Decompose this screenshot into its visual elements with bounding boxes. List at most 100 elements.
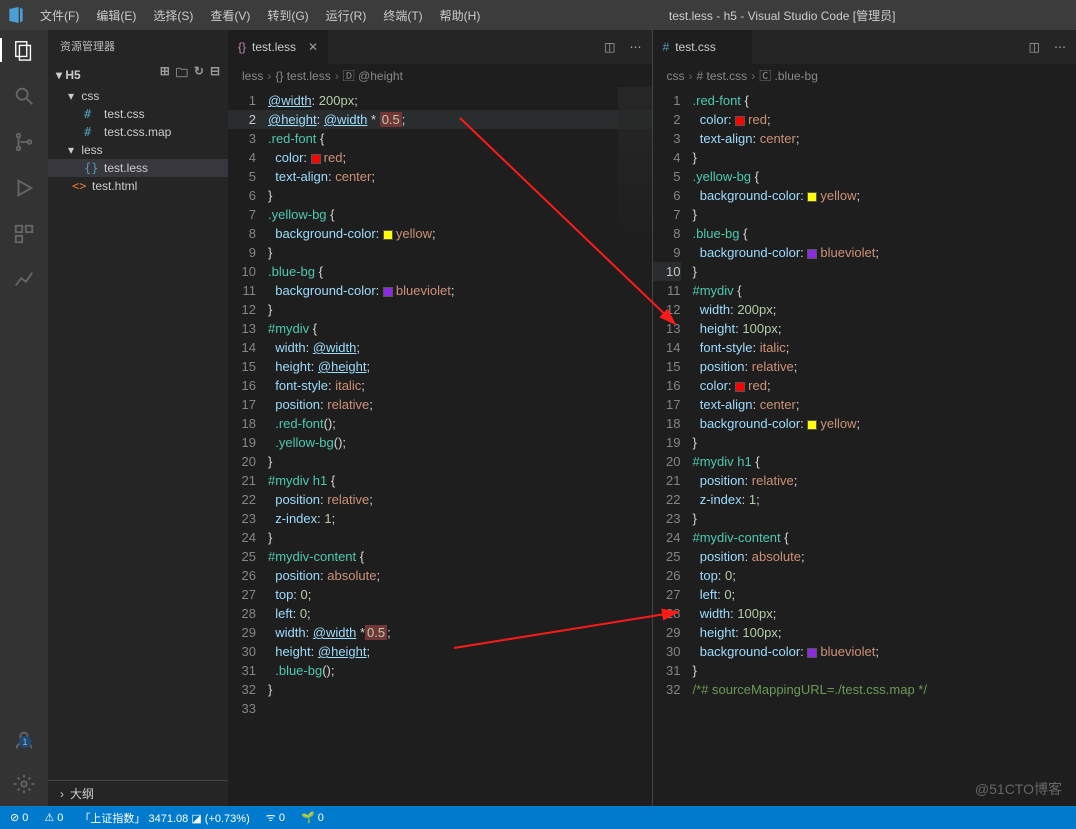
tab-test-css[interactable]: #test.css xyxy=(653,30,753,64)
settings-icon[interactable] xyxy=(12,772,36,796)
code-line[interactable]: } xyxy=(268,186,454,205)
status-errors[interactable]: ⊘ 0 xyxy=(10,811,28,824)
menu-item[interactable]: 查看(V) xyxy=(202,4,258,27)
code-line[interactable]: } xyxy=(693,262,927,281)
new-folder-icon[interactable]: 🗀 xyxy=(176,64,188,85)
code-line[interactable]: position: relative; xyxy=(693,471,927,490)
code-line[interactable]: background-color: blueviolet; xyxy=(693,642,927,661)
new-file-icon[interactable]: ⊞ xyxy=(160,64,170,85)
code-line[interactable]: /*# sourceMappingURL=./test.css.map */ xyxy=(693,680,927,699)
refresh-icon[interactable]: ↻ xyxy=(194,64,204,85)
code-line[interactable]: text-align: center; xyxy=(693,129,927,148)
split-editor-icon[interactable]: ◫ xyxy=(1029,40,1040,54)
code-line[interactable]: @width: 200px; xyxy=(268,91,454,110)
code-line[interactable]: z-index: 1; xyxy=(693,490,927,509)
code-line[interactable]: width: @width *0.5; xyxy=(268,623,454,642)
breadcrumb-right[interactable]: css › # test.css › 🄲 .blue-bg xyxy=(653,64,1076,87)
code-line[interactable]: background-color: blueviolet; xyxy=(693,243,927,262)
file-row[interactable]: <>test.html xyxy=(48,177,228,195)
status-warnings[interactable]: ⚠ 0 xyxy=(44,811,63,824)
menu-item[interactable]: 帮助(H) xyxy=(432,4,489,27)
status-port[interactable]: ᯤ 0 xyxy=(266,810,285,825)
code-line[interactable]: } xyxy=(268,528,454,547)
code-line[interactable]: } xyxy=(693,661,927,680)
outline-section[interactable]: ›大纲 xyxy=(48,780,228,806)
code-line[interactable]: background-color: yellow; xyxy=(693,186,927,205)
code-area-right[interactable]: 1234567891011121314151617181920212223242… xyxy=(653,87,1076,806)
code-line[interactable]: } xyxy=(268,300,454,319)
code-line[interactable]: #mydiv h1 { xyxy=(693,452,927,471)
code-line[interactable]: #mydiv-content { xyxy=(693,528,927,547)
breadcrumb-left[interactable]: less › {} test.less › 🄳 @height xyxy=(228,64,652,87)
minimap[interactable] xyxy=(618,87,652,247)
breadcrumb-item[interactable]: less xyxy=(242,69,263,83)
file-row[interactable]: {}test.less xyxy=(48,159,228,177)
code-line[interactable]: height: @height; xyxy=(268,642,454,661)
code-line[interactable]: height: 100px; xyxy=(693,319,927,338)
menu-item[interactable]: 文件(F) xyxy=(32,4,87,27)
code-line[interactable]: left: 0; xyxy=(268,604,454,623)
code-line[interactable]: #mydiv { xyxy=(693,281,927,300)
file-row[interactable]: #test.css xyxy=(48,105,228,123)
folder-row[interactable]: ▾ less xyxy=(48,141,228,159)
code-line[interactable]: font-style: italic; xyxy=(693,338,927,357)
source-control-icon[interactable] xyxy=(12,130,36,154)
code-line[interactable]: #mydiv { xyxy=(268,319,454,338)
code-line[interactable]: .blue-bg(); xyxy=(268,661,454,680)
code-line[interactable]: .yellow-bg { xyxy=(268,205,454,224)
code-line[interactable]: @height: @width * 0.5; xyxy=(268,110,454,129)
folder-row[interactable]: ▾ css xyxy=(48,87,228,105)
code-line[interactable]: .yellow-bg(); xyxy=(268,433,454,452)
menu-item[interactable]: 编辑(E) xyxy=(88,4,144,27)
code-line[interactable]: position: absolute; xyxy=(693,547,927,566)
code-line[interactable]: height: @height; xyxy=(268,357,454,376)
code-line[interactable]: height: 100px; xyxy=(693,623,927,642)
file-row[interactable]: #test.css.map xyxy=(48,123,228,141)
more-icon[interactable]: ⋯ xyxy=(1054,40,1066,54)
code-line[interactable]: #mydiv-content { xyxy=(268,547,454,566)
code-line[interactable]: color: red; xyxy=(693,376,927,395)
code-line[interactable]: color: red; xyxy=(268,148,454,167)
code-line[interactable]: background-color: yellow; xyxy=(693,414,927,433)
code-line[interactable]: background-color: blueviolet; xyxy=(268,281,454,300)
code-line[interactable]: .red-font { xyxy=(268,129,454,148)
split-editor-icon[interactable]: ◫ xyxy=(604,40,615,54)
code-line[interactable]: .yellow-bg { xyxy=(693,167,927,186)
code-line[interactable]: #mydiv h1 { xyxy=(268,471,454,490)
code-line[interactable]: text-align: center; xyxy=(693,395,927,414)
breadcrumb-item[interactable]: # test.css xyxy=(697,69,748,83)
close-icon[interactable]: ✕ xyxy=(308,40,318,54)
code-line[interactable]: } xyxy=(693,148,927,167)
graph-icon[interactable] xyxy=(12,268,36,292)
breadcrumb-item[interactable]: 🄳 @height xyxy=(343,67,403,84)
code-line[interactable]: position: relative; xyxy=(693,357,927,376)
code-line[interactable]: } xyxy=(268,452,454,471)
code-line[interactable]: text-align: center; xyxy=(268,167,454,186)
code-line[interactable]: z-index: 1; xyxy=(268,509,454,528)
code-line[interactable]: .red-font(); xyxy=(268,414,454,433)
code-line[interactable]: color: red; xyxy=(693,110,927,129)
tab-test-less[interactable]: {}test.less✕ xyxy=(228,30,329,64)
breadcrumb-item[interactable]: {} test.less xyxy=(275,69,330,83)
menu-item[interactable]: 选择(S) xyxy=(145,4,201,27)
code-line[interactable]: width: 200px; xyxy=(693,300,927,319)
code-line[interactable]: font-style: italic; xyxy=(268,376,454,395)
code-line[interactable]: position: absolute; xyxy=(268,566,454,585)
code-line[interactable]: width: @width; xyxy=(268,338,454,357)
search-icon[interactable] xyxy=(12,84,36,108)
code-line[interactable]: } xyxy=(693,509,927,528)
workspace-root[interactable]: ▾ H5 ⊞ 🗀 ↻ ⊟ xyxy=(48,62,228,87)
code-line[interactable]: } xyxy=(693,433,927,452)
explorer-icon[interactable] xyxy=(12,38,36,62)
code-line[interactable]: } xyxy=(268,680,454,699)
breadcrumb-item[interactable]: 🄲 .blue-bg xyxy=(759,67,818,84)
run-debug-icon[interactable] xyxy=(12,176,36,200)
menu-item[interactable]: 运行(R) xyxy=(318,4,375,27)
code-line[interactable]: top: 0; xyxy=(693,566,927,585)
status-bean[interactable]: 🌱 0 xyxy=(301,811,324,824)
code-line[interactable]: background-color: yellow; xyxy=(268,224,454,243)
code-line[interactable]: } xyxy=(268,243,454,262)
collapse-icon[interactable]: ⊟ xyxy=(210,64,220,85)
code-area-left[interactable]: 1234567891011121314151617181920212223242… xyxy=(228,87,652,806)
breadcrumb-item[interactable]: css xyxy=(667,69,685,83)
